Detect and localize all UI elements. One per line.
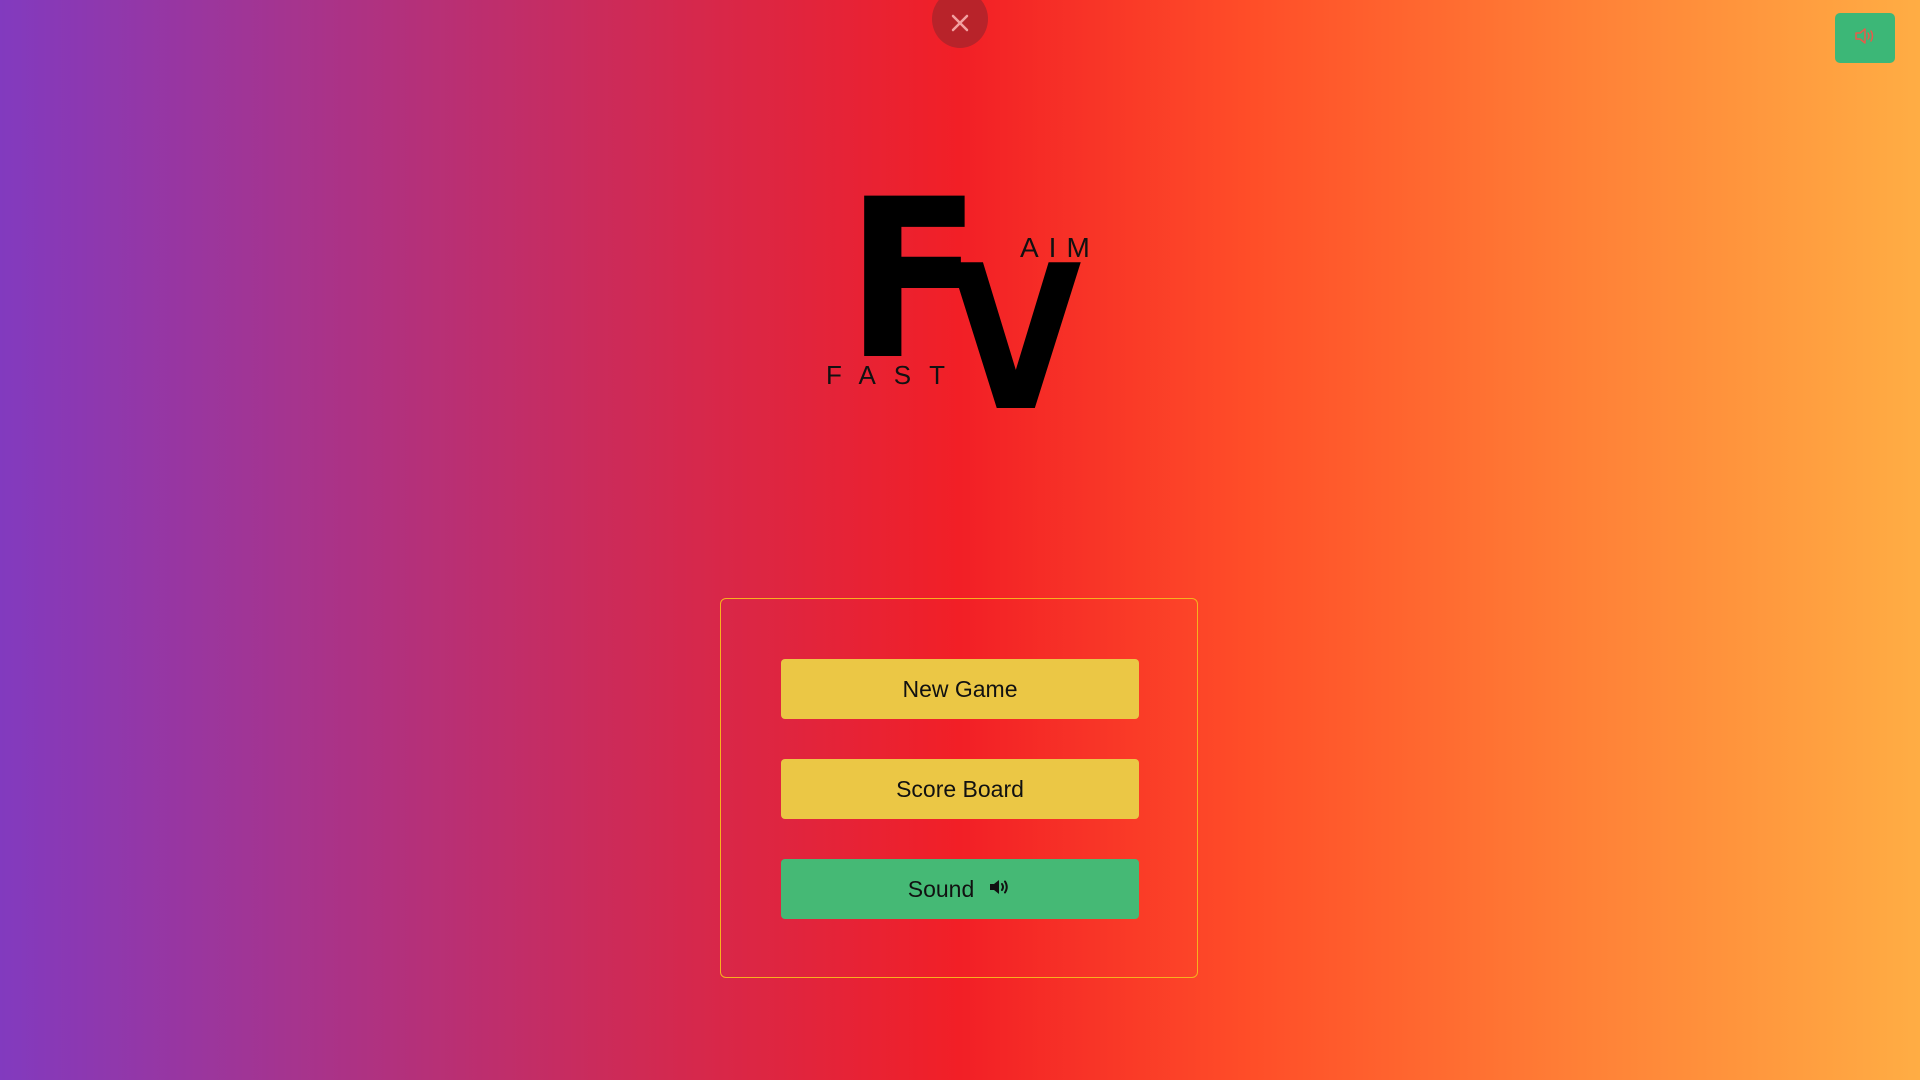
sound-toggle-button[interactable] (1835, 13, 1895, 63)
speaker-outline-icon (1853, 26, 1877, 50)
close-icon (950, 1, 970, 37)
new-game-label: New Game (902, 675, 1018, 702)
main-menu-panel: New Game Score Board Sound (720, 598, 1198, 978)
score-board-button[interactable]: Score Board (781, 759, 1139, 819)
game-logo: F V AIM FAST (820, 170, 1100, 440)
speaker-on-icon (988, 876, 1012, 903)
sound-label: Sound (907, 875, 975, 902)
score-board-label: Score Board (896, 775, 1024, 802)
logo-letter-v: V (950, 223, 1082, 456)
logo-word-aim: AIM (1020, 232, 1100, 263)
sound-button[interactable]: Sound (781, 859, 1139, 919)
close-button[interactable] (932, 0, 988, 48)
new-game-button[interactable]: New Game (781, 659, 1139, 719)
logo-word-fast: FAST (826, 360, 964, 390)
